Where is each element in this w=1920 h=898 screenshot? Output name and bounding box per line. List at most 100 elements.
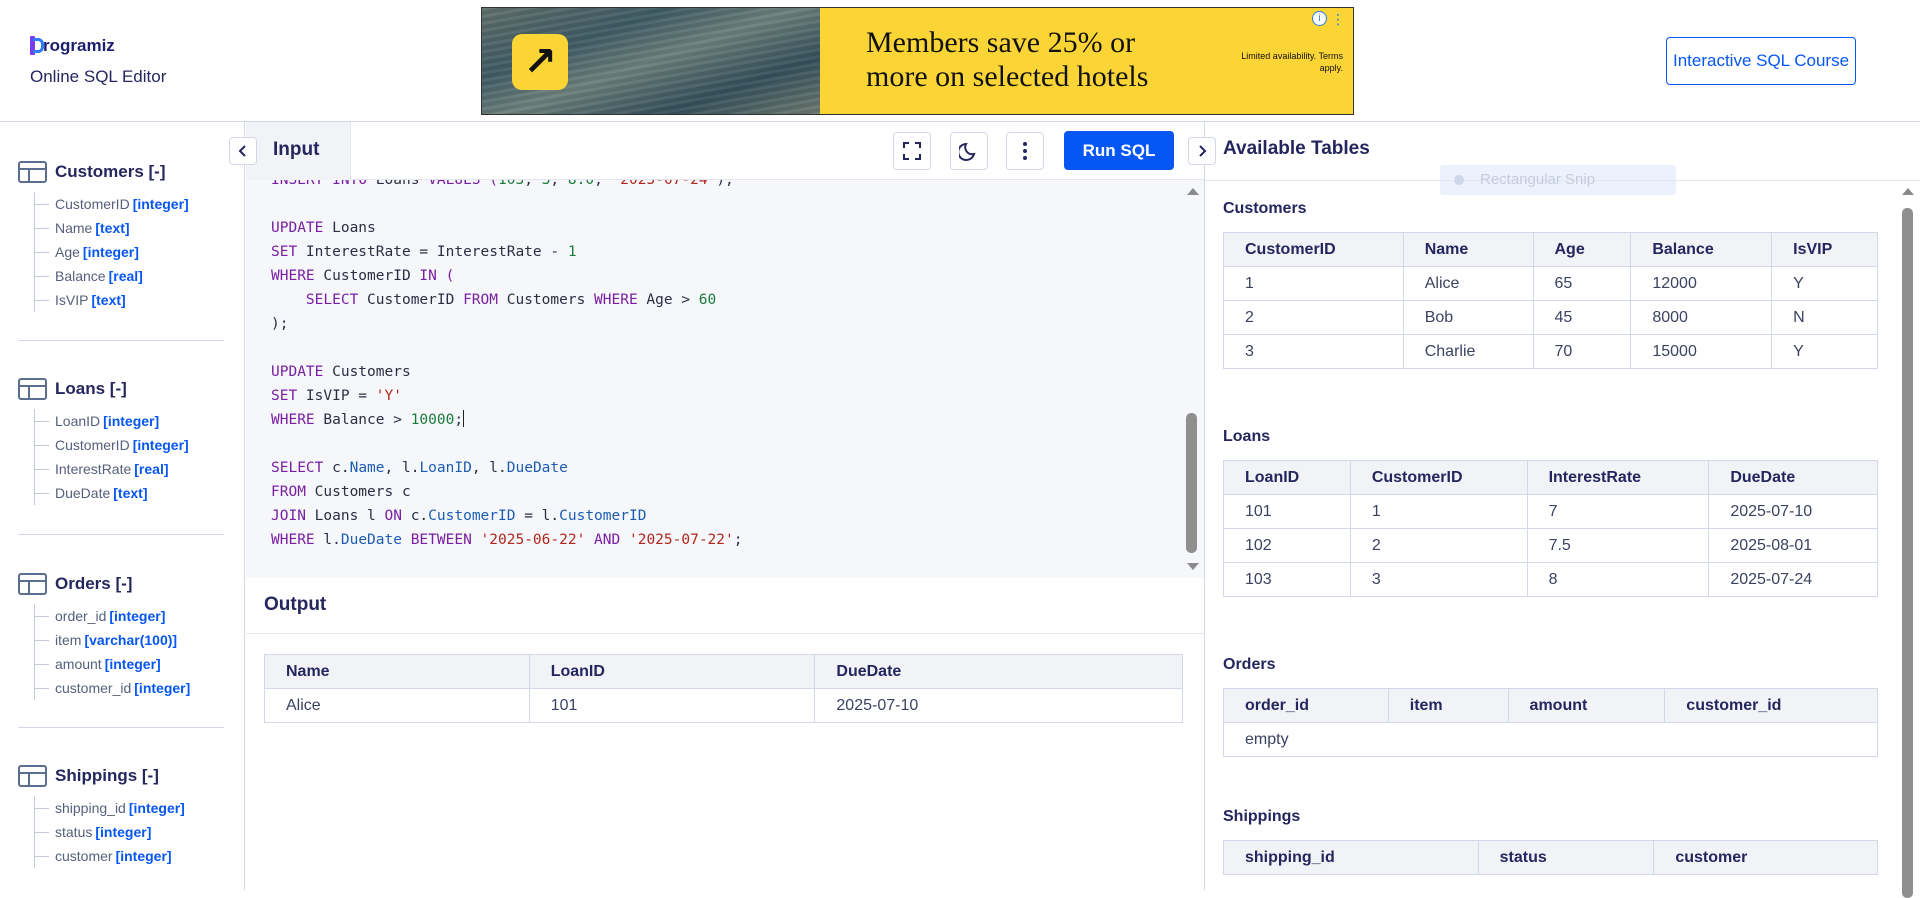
scrollbar-thumb[interactable]	[1186, 413, 1197, 553]
logo-text: rogramiz	[43, 36, 115, 55]
available-cell: Alice	[1402, 266, 1534, 301]
dark-mode-button[interactable]	[950, 132, 988, 170]
column-name: status	[55, 824, 93, 840]
output-table: Name LoanID DueDate Alice 101 2025-07-10	[264, 654, 1183, 723]
column-name: item	[55, 632, 82, 648]
column-item: status [integer]	[35, 820, 224, 844]
available-column-header[interactable]: Balance	[1630, 232, 1773, 267]
output-column-header[interactable]: LoanID	[528, 654, 816, 689]
available-cell: 8000	[1630, 300, 1773, 335]
available-column-header[interactable]: status	[1477, 840, 1655, 875]
available-column-header[interactable]: Name	[1402, 232, 1534, 267]
available-cell: 101	[1223, 494, 1351, 529]
output-header-row: Name LoanID DueDate	[264, 654, 1183, 689]
column-name: CustomerID	[55, 437, 130, 453]
tables-scrollbar[interactable]	[1898, 180, 1918, 898]
sidebar-separator	[18, 534, 224, 535]
output-cell: Alice	[264, 688, 530, 723]
table-row: 101 1 7 2025-07-10	[1223, 494, 1878, 529]
column-item: CustomerID [integer]	[35, 192, 224, 216]
sidebar-table-header[interactable]: Loans [-]	[18, 377, 224, 401]
moon-icon	[959, 142, 976, 161]
column-type: [integer]	[115, 848, 172, 864]
column-name: customer_id	[55, 680, 132, 696]
available-cell: Y	[1771, 334, 1878, 369]
column-type: [text]	[113, 485, 148, 501]
input-tab[interactable]: Input	[246, 122, 351, 180]
column-name: InterestRate	[55, 461, 132, 477]
table-icon	[18, 573, 47, 595]
scrollbar-thumb[interactable]	[1902, 208, 1913, 898]
column-item: Age [integer]	[35, 240, 224, 264]
run-sql-button[interactable]: Run SQL	[1064, 131, 1174, 170]
sql-code-editor[interactable]: INSERT INTO Loans VALUES (103, 3, 8.0, '…	[246, 180, 1204, 578]
column-name: Name	[55, 220, 93, 236]
ad-info-icon[interactable]: i	[1312, 11, 1327, 26]
sidebar-separator	[18, 340, 224, 341]
available-column-header[interactable]: order_id	[1223, 688, 1389, 723]
available-column-header[interactable]: shipping_id	[1223, 840, 1479, 875]
available-column-header[interactable]: InterestRate	[1526, 460, 1710, 495]
available-table-shippings: shipping_id status customer	[1223, 840, 1878, 875]
table-row: 102 2 7.5 2025-08-01	[1223, 528, 1878, 563]
sidebar-table-name[interactable]: Orders [-]	[55, 574, 132, 594]
output-column-header[interactable]: Name	[264, 654, 530, 689]
available-cell: 2025-08-01	[1708, 528, 1878, 563]
available-column-header[interactable]: IsVIP	[1771, 232, 1878, 267]
ad-body: Members save 25% or more on selected hot…	[820, 8, 1353, 114]
available-header-row: CustomerID Name Age Balance IsVIP	[1223, 232, 1878, 267]
available-cell: 2025-07-24	[1708, 562, 1878, 597]
programiz-logo[interactable]: rogramiz	[30, 36, 115, 56]
scroll-up-arrow-icon[interactable]	[1187, 188, 1199, 195]
column-name: order_id	[55, 608, 107, 624]
sidebar-table-customers: Customers [-] CustomerID [integer] Name [tex…	[18, 160, 224, 312]
column-name: IsVIP	[55, 292, 89, 308]
sidebar-table-name[interactable]: Customers [-]	[55, 162, 166, 182]
available-column-header[interactable]: customer_id	[1664, 688, 1878, 723]
ad-headline: Members save 25% or more on selected hot…	[866, 26, 1149, 93]
column-item: amount [integer]	[35, 652, 224, 676]
available-column-header[interactable]: customer	[1653, 840, 1878, 875]
available-header-row: LoanID CustomerID InterestRate DueDate	[1223, 460, 1878, 495]
available-column-header[interactable]: CustomerID	[1223, 232, 1404, 267]
available-cell: 102	[1223, 528, 1351, 563]
vertical-dots-icon	[1023, 142, 1027, 160]
fullscreen-button[interactable]	[893, 132, 931, 170]
available-column-header[interactable]: Age	[1532, 232, 1632, 267]
available-column-header[interactable]: CustomerID	[1349, 460, 1528, 495]
available-column-header[interactable]: amount	[1507, 688, 1666, 723]
ad-more-icon[interactable]: ⋮	[1331, 12, 1345, 26]
sidebar-table-header[interactable]: Orders [-]	[18, 572, 224, 596]
available-cell: 103	[1223, 562, 1351, 597]
scroll-down-arrow-icon[interactable]	[1187, 563, 1199, 570]
available-column-header[interactable]: DueDate	[1708, 460, 1878, 495]
ad-banner[interactable]: ↗ Members save 25% or more on selected h…	[481, 7, 1354, 115]
available-column-header[interactable]: item	[1387, 688, 1509, 723]
collapse-sidebar-button[interactable]	[229, 137, 257, 165]
sidebar-table-header[interactable]: Shippings [-]	[18, 764, 224, 788]
column-list: LoanID [integer] CustomerID [integer] Intere…	[34, 409, 224, 505]
scroll-up-arrow-icon[interactable]	[1902, 188, 1914, 195]
available-cell: Charlie	[1402, 334, 1534, 369]
more-options-button[interactable]	[1006, 132, 1044, 170]
table-row: 3 Charlie 70 15000 Y	[1223, 334, 1878, 369]
column-name: customer	[55, 848, 113, 864]
expedia-arrow-icon: ↗	[512, 34, 568, 90]
collapse-tables-button[interactable]	[1188, 137, 1216, 165]
column-item: order_id [integer]	[35, 604, 224, 628]
available-table-title: Shippings	[1223, 808, 1301, 825]
available-cell: 12000	[1630, 266, 1773, 301]
available-table-customers: CustomerID Name Age Balance IsVIP 1 Alice 65 120…	[1223, 232, 1878, 369]
editor-scrollbar[interactable]	[1184, 180, 1202, 578]
interactive-sql-course-button[interactable]: Interactive SQL Course	[1666, 37, 1856, 85]
output-column-header[interactable]: DueDate	[814, 654, 1183, 689]
sidebar-table-name[interactable]: Shippings [-]	[55, 766, 159, 786]
sidebar-table-name[interactable]: Loans [-]	[55, 379, 127, 399]
column-item: DueDate [text]	[35, 481, 224, 505]
code-area[interactable]: INSERT INTO Loans VALUES (103, 3, 8.0, '…	[271, 180, 742, 552]
sidebar-table-header[interactable]: Customers [-]	[18, 160, 224, 184]
available-column-header[interactable]: LoanID	[1223, 460, 1351, 495]
column-name: Age	[55, 244, 80, 260]
available-cell: Bob	[1402, 300, 1534, 335]
column-type: [integer]	[82, 244, 139, 260]
